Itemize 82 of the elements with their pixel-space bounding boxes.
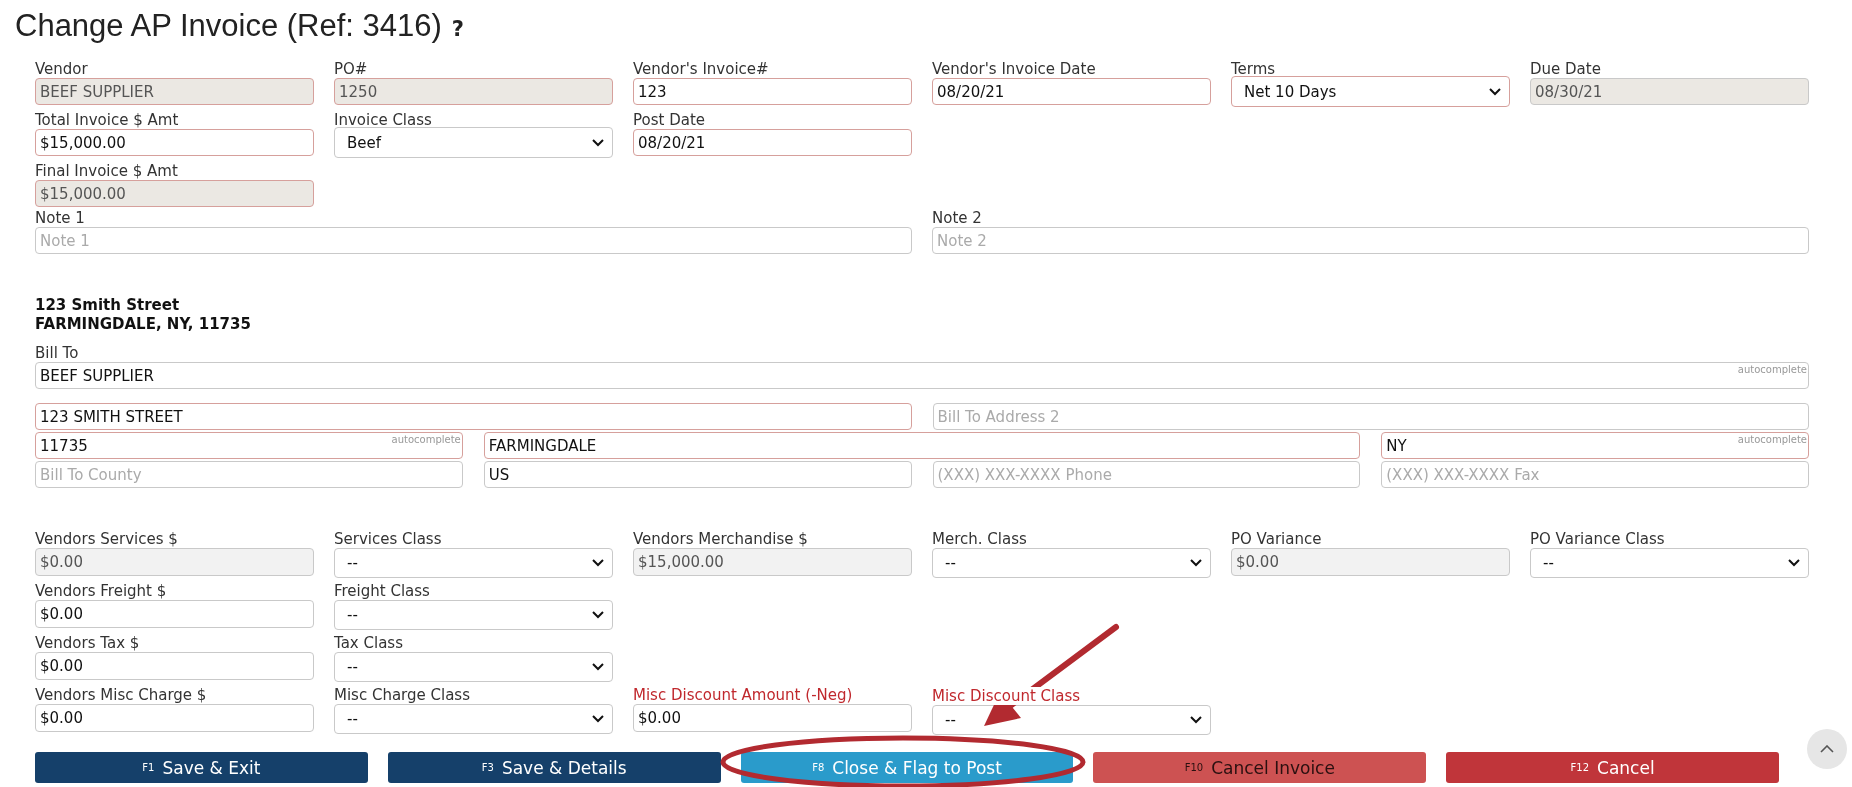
field-label: Services Class bbox=[334, 530, 443, 548]
field-label: Misc Discount Class bbox=[932, 687, 1081, 705]
text-field[interactable]: 08/20/21 bbox=[633, 129, 912, 156]
dropdown[interactable]: -- bbox=[932, 705, 1211, 735]
text-field[interactable]: Note 2 bbox=[932, 227, 1809, 254]
field-label: Note 1 bbox=[35, 209, 86, 227]
text-field[interactable]: BEEF SUPPLIER bbox=[35, 78, 314, 105]
field-label: Terms bbox=[1231, 60, 1277, 78]
text-field[interactable]: FARMINGDALE bbox=[483, 432, 1361, 459]
help-link[interactable]: ? bbox=[451, 17, 464, 41]
text-field[interactable]: Bill To Address 2 bbox=[932, 403, 1809, 430]
field-label: Vendor's Invoice# bbox=[633, 60, 770, 78]
field-label: Bill To bbox=[35, 344, 80, 362]
action-button[interactable]: F1 Save & Exit bbox=[35, 752, 368, 783]
text-field[interactable]: 123 SMITH STREET bbox=[35, 403, 912, 430]
field-label: Vendors Services $ bbox=[35, 530, 179, 548]
text-field[interactable]: $0.00 bbox=[35, 548, 314, 576]
field-label: Freight Class bbox=[334, 582, 431, 600]
field-label: Merch. Class bbox=[932, 530, 1028, 548]
action-button[interactable]: F10 Cancel Invoice bbox=[1093, 752, 1427, 783]
text-field[interactable]: $15,000.00 bbox=[633, 548, 912, 576]
text-field[interactable]: $15,000.00 bbox=[35, 129, 314, 156]
text-field[interactable]: $0.00 bbox=[35, 704, 314, 732]
autocomplete-hint: autocomplete bbox=[1737, 434, 1807, 445]
chevron-down-icon bbox=[1190, 716, 1202, 724]
field-label: Vendor's Invoice Date bbox=[932, 60, 1097, 78]
dropdown[interactable]: -- bbox=[334, 652, 613, 682]
autocomplete-hint: autocomplete bbox=[391, 434, 461, 445]
text-field[interactable]: $0.00 bbox=[1231, 548, 1510, 576]
dropdown[interactable]: -- bbox=[932, 548, 1211, 578]
field-label: PO Variance bbox=[1231, 530, 1323, 548]
field-label: Note 2 bbox=[932, 209, 983, 227]
chevron-down-icon bbox=[1190, 559, 1202, 567]
text-field[interactable]: $0.00 bbox=[35, 600, 314, 628]
chevron-down-icon bbox=[592, 663, 604, 671]
text-field[interactable]: (XXX) XXX-XXXX Fax bbox=[1381, 461, 1809, 488]
field-label: Post Date bbox=[633, 111, 706, 129]
autocomplete-hint: autocomplete bbox=[1737, 364, 1807, 375]
text-field[interactable]: (XXX) XXX-XXXX Phone bbox=[932, 461, 1361, 488]
chevron-down-icon bbox=[592, 559, 604, 567]
text-field[interactable]: 1250 bbox=[334, 78, 613, 105]
vendor-address-line: FARMINGDALE, NY, 11735 bbox=[35, 315, 252, 334]
field-label: Tax Class bbox=[334, 634, 404, 652]
text-field[interactable]: 123 bbox=[633, 78, 912, 105]
chevron-down-icon bbox=[592, 611, 604, 619]
action-button[interactable]: F12 Cancel bbox=[1446, 752, 1779, 783]
field-label: Vendors Merchandise $ bbox=[633, 530, 809, 548]
dropdown[interactable]: Beef bbox=[334, 127, 613, 158]
text-field[interactable]: US bbox=[483, 461, 912, 488]
field-label: Vendors Tax $ bbox=[35, 634, 141, 652]
chevron-down-icon bbox=[1489, 87, 1501, 96]
dropdown[interactable]: -- bbox=[334, 548, 613, 578]
field-label: Final Invoice $ Amt bbox=[35, 162, 179, 180]
field-label: PO# bbox=[334, 60, 369, 78]
page-title: Change AP Invoice (Ref: 3416) bbox=[15, 8, 442, 44]
text-field[interactable]: Bill To County bbox=[35, 461, 463, 488]
action-button[interactable]: F3 Save & Details bbox=[387, 752, 721, 783]
text-field[interactable]: $15,000.00 bbox=[35, 180, 314, 207]
text-field[interactable]: 08/30/21 bbox=[1530, 78, 1809, 105]
field-label: Due Date bbox=[1530, 60, 1602, 78]
chevron-down-icon bbox=[592, 138, 604, 147]
field-label: Misc Discount Amount (-Neg) bbox=[633, 686, 854, 704]
field-label: Invoice Class bbox=[334, 111, 433, 129]
text-field[interactable]: Note 1 bbox=[35, 227, 912, 254]
field-label: Total Invoice $ Amt bbox=[35, 111, 180, 129]
field-label: Vendor bbox=[35, 60, 89, 78]
dropdown[interactable]: -- bbox=[334, 704, 613, 734]
chevron-up-icon bbox=[1820, 745, 1834, 753]
field-label: Vendors Freight $ bbox=[35, 582, 168, 600]
field-label: Misc Charge Class bbox=[334, 686, 471, 704]
field-label: PO Variance Class bbox=[1530, 530, 1666, 548]
scroll-top-button[interactable] bbox=[1807, 729, 1847, 769]
text-field[interactable]: $0.00 bbox=[35, 652, 314, 680]
chevron-down-icon bbox=[592, 715, 604, 723]
dropdown[interactable]: Net 10 Days bbox=[1231, 76, 1510, 107]
text-field[interactable]: $0.00 bbox=[633, 704, 912, 732]
dropdown[interactable]: -- bbox=[334, 600, 613, 630]
dropdown[interactable]: -- bbox=[1530, 548, 1809, 578]
field-label: Vendors Misc Charge $ bbox=[35, 686, 208, 704]
chevron-down-icon bbox=[1788, 559, 1800, 567]
vendor-address-line: 123 Smith Street bbox=[35, 296, 181, 315]
text-field[interactable]: 08/20/21 bbox=[932, 78, 1211, 105]
